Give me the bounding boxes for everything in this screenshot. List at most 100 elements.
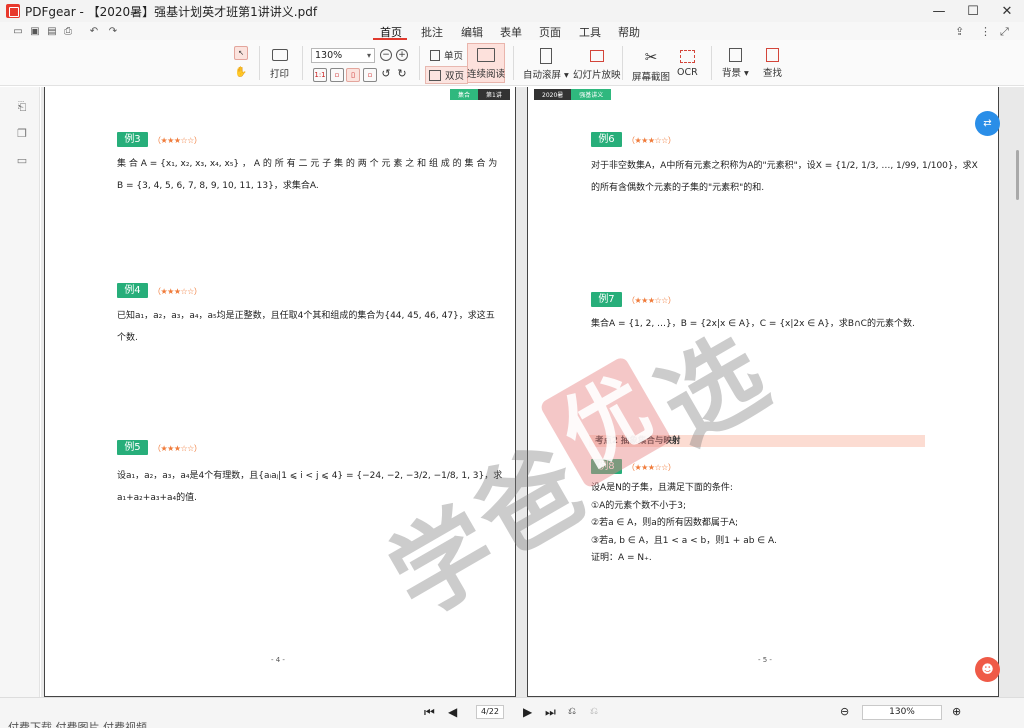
go-forward-icon[interactable]: ⎌ bbox=[590, 706, 598, 717]
page-tag: 强基讲义 bbox=[571, 89, 612, 100]
example-text: 设a₁，a₂，a₃，a₄是4个有理数，且{aᵢaⱼ|1 ⩽ i < j ⩽ 4}… bbox=[117, 465, 502, 509]
actual-size-icon[interactable]: 1:1 bbox=[313, 68, 327, 82]
example-label: 例4 bbox=[117, 283, 148, 298]
last-page-icon[interactable]: ⏭ bbox=[545, 705, 556, 720]
zoom-in-button[interactable]: + bbox=[396, 49, 408, 61]
tab-page[interactable]: 页面 bbox=[539, 24, 561, 40]
undo-icon[interactable]: ↶ bbox=[88, 25, 100, 37]
example-line: 对于非空数集A，A中所有元素之积称为A的"元素积"，设X = {1/2, 1/3… bbox=[591, 161, 978, 171]
select-tool-icon[interactable]: ↖ bbox=[234, 46, 248, 60]
close-button[interactable]: ✕ bbox=[990, 0, 1024, 22]
open-folder-icon[interactable]: ▭ bbox=[12, 25, 24, 37]
comments-icon[interactable]: ▭ bbox=[16, 154, 28, 167]
menu-bar: ▭ ▣ ▤ ⎙ ↶ ↷ 首页 批注 编辑 表单 页面 工具 帮助 ⇪ ⋮ ⤢ bbox=[0, 22, 1024, 40]
zoom-value: 130% bbox=[315, 50, 343, 61]
rotate-right-icon[interactable]: ↻ bbox=[396, 68, 408, 81]
background-button[interactable]: 背景 ▾ bbox=[722, 48, 749, 79]
example-line: ③若a, b ∈ A，且1 < a < b，则1 + ab ∈ A. bbox=[591, 535, 777, 546]
example-text: 集合A = {1, 2, …}，B = {2x|x ∈ A}，C = {x|2x… bbox=[591, 313, 915, 335]
document-viewer[interactable]: 集合 第1讲 例3 （★★★☆☆） 集 合 A = {x₁, x₂, x₃, x… bbox=[41, 87, 1024, 697]
left-sidebar: ⎗ ❐ ▭ bbox=[0, 87, 40, 697]
title-bar: PDFgear - 【2020暑】强基计划英才班第1讲讲义.pdf — ☐ ✕ bbox=[0, 0, 1024, 22]
save-as-icon[interactable]: ▤ bbox=[46, 25, 58, 37]
double-page-label: 双页 bbox=[445, 71, 465, 82]
page-header-tags: 集合 第1讲 bbox=[450, 89, 510, 100]
toolbar-divider bbox=[259, 46, 260, 80]
bookmark-icon[interactable]: ⎗ bbox=[16, 100, 28, 113]
first-page-icon[interactable]: ⏮ bbox=[424, 705, 435, 720]
example-label: 例5 bbox=[117, 440, 148, 455]
difficulty-stars: （★★★☆☆） bbox=[627, 296, 676, 305]
example-line: a₁+a₂+a₃+a₄的值. bbox=[117, 493, 197, 503]
fit-width-icon[interactable]: ▯ bbox=[346, 68, 360, 82]
zoom-select[interactable]: 130% bbox=[311, 48, 375, 63]
screenshot-button[interactable]: ✂ 屏幕截图 bbox=[632, 48, 670, 83]
example-line: 证明：A = N₊. bbox=[591, 553, 652, 563]
example-line: 的所有含偶数个元素的子集的"元素积"的和. bbox=[591, 183, 765, 193]
hand-tool-icon[interactable]: ✋ bbox=[234, 65, 248, 79]
redo-icon[interactable]: ↷ bbox=[107, 25, 119, 37]
page-tag: 第1讲 bbox=[478, 89, 510, 100]
maximize-button[interactable]: ☐ bbox=[956, 0, 990, 22]
page-tag: 2020暑 bbox=[534, 89, 572, 100]
zoom-out-button[interactable]: − bbox=[380, 49, 392, 61]
save-icon[interactable]: ▣ bbox=[29, 25, 41, 37]
page-indicator-input[interactable]: 4/22 bbox=[476, 705, 504, 719]
background-label: 背景 bbox=[722, 68, 742, 79]
zoom-out-icon[interactable]: ⊖ bbox=[840, 705, 849, 718]
window-title: PDFgear - 【2020暑】强基计划英才班第1讲讲义.pdf bbox=[25, 4, 318, 19]
tab-annotate[interactable]: 批注 bbox=[421, 24, 443, 40]
slideshow-button[interactable]: 幻灯片放映 bbox=[573, 48, 621, 81]
tab-edit[interactable]: 编辑 bbox=[461, 24, 483, 40]
thumbnails-icon[interactable]: ❐ bbox=[16, 127, 28, 140]
zoom-level-input[interactable]: 130% bbox=[862, 705, 942, 720]
pdf-page-left: 集合 第1讲 例3 （★★★☆☆） 集 合 A = {x₁, x₂, x₃, x… bbox=[44, 87, 516, 697]
ocr-icon bbox=[679, 50, 695, 63]
example-label: 例3 bbox=[117, 132, 148, 147]
zoom-in-icon[interactable]: ⊕ bbox=[952, 705, 961, 718]
minimize-button[interactable]: — bbox=[922, 0, 956, 22]
auto-scroll-button[interactable]: 自动滚屏 ▾ bbox=[523, 48, 569, 81]
find-button[interactable]: 查找 bbox=[763, 48, 782, 79]
ai-assistant-icon[interactable]: ☻ bbox=[975, 657, 1000, 682]
example-text: 对于非空数集A，A中所有元素之积称为A的"元素积"，设X = {1/2, 1/3… bbox=[591, 155, 978, 199]
ocr-label: OCR bbox=[677, 67, 698, 78]
tab-form[interactable]: 表单 bbox=[500, 24, 522, 40]
settings-icon[interactable]: ⋮ bbox=[980, 25, 991, 38]
vertical-scrollbar[interactable] bbox=[1016, 150, 1019, 200]
continuous-reading-button[interactable]: 连续阅读 bbox=[467, 43, 505, 83]
auto-scroll-icon bbox=[539, 48, 552, 64]
print-quick-icon[interactable]: ⎙ bbox=[62, 25, 74, 37]
toolbar-divider bbox=[419, 46, 420, 80]
page-header-tags: 2020暑 强基讲义 bbox=[534, 89, 612, 100]
ocr-button[interactable]: OCR bbox=[677, 48, 698, 78]
share-icon[interactable]: ⇪ bbox=[955, 25, 964, 38]
single-page-icon bbox=[430, 49, 440, 61]
tab-help[interactable]: 帮助 bbox=[618, 24, 640, 40]
difficulty-stars: （★★★☆☆） bbox=[153, 136, 202, 145]
print-button[interactable]: 打印 bbox=[270, 47, 289, 80]
example-line: 集 合 A = {x₁, x₂, x₃, x₄, x₅} ， A 的 所 有 二… bbox=[117, 159, 498, 169]
example-line: ②若a ∈ A，则a的所有因数都属于A; bbox=[591, 518, 739, 528]
fullscreen-icon[interactable]: ⤢ bbox=[1000, 25, 1009, 39]
pdfgear-logo-icon bbox=[6, 4, 20, 18]
auto-scroll-label: 自动滚屏 bbox=[523, 70, 562, 81]
translate-icon[interactable]: ⇄ bbox=[975, 111, 1000, 136]
page-number: - 5 - bbox=[758, 656, 772, 664]
example-text: 已知a₁，a₂，a₃，a₄，a₅均是正整数，且任取4个其和组成的集合为{44, … bbox=[117, 305, 495, 349]
background-window-text: 付费下载 付费图片 付费视频 bbox=[8, 721, 147, 728]
example-text: 集 合 A = {x₁, x₂, x₃, x₄, x₅} ， A 的 所 有 二… bbox=[117, 153, 497, 197]
next-page-icon[interactable]: ▶ bbox=[523, 705, 532, 719]
previous-page-icon[interactable]: ◀ bbox=[448, 705, 457, 719]
tab-tools[interactable]: 工具 bbox=[579, 24, 601, 40]
go-back-icon[interactable]: ⎌ bbox=[568, 706, 576, 717]
print-label: 打印 bbox=[270, 69, 290, 80]
single-page-button[interactable]: 单页 bbox=[430, 48, 463, 62]
difficulty-stars: （★★★☆☆） bbox=[627, 463, 676, 472]
toolbar-divider bbox=[302, 46, 303, 80]
example-label: 例8 bbox=[591, 459, 622, 474]
rotate-left-icon[interactable]: ↺ bbox=[380, 68, 392, 81]
double-page-button[interactable]: 双页 bbox=[425, 66, 469, 84]
fit-visible-icon[interactable]: ▫ bbox=[363, 68, 377, 82]
fit-page-icon[interactable]: ▫ bbox=[330, 68, 344, 82]
